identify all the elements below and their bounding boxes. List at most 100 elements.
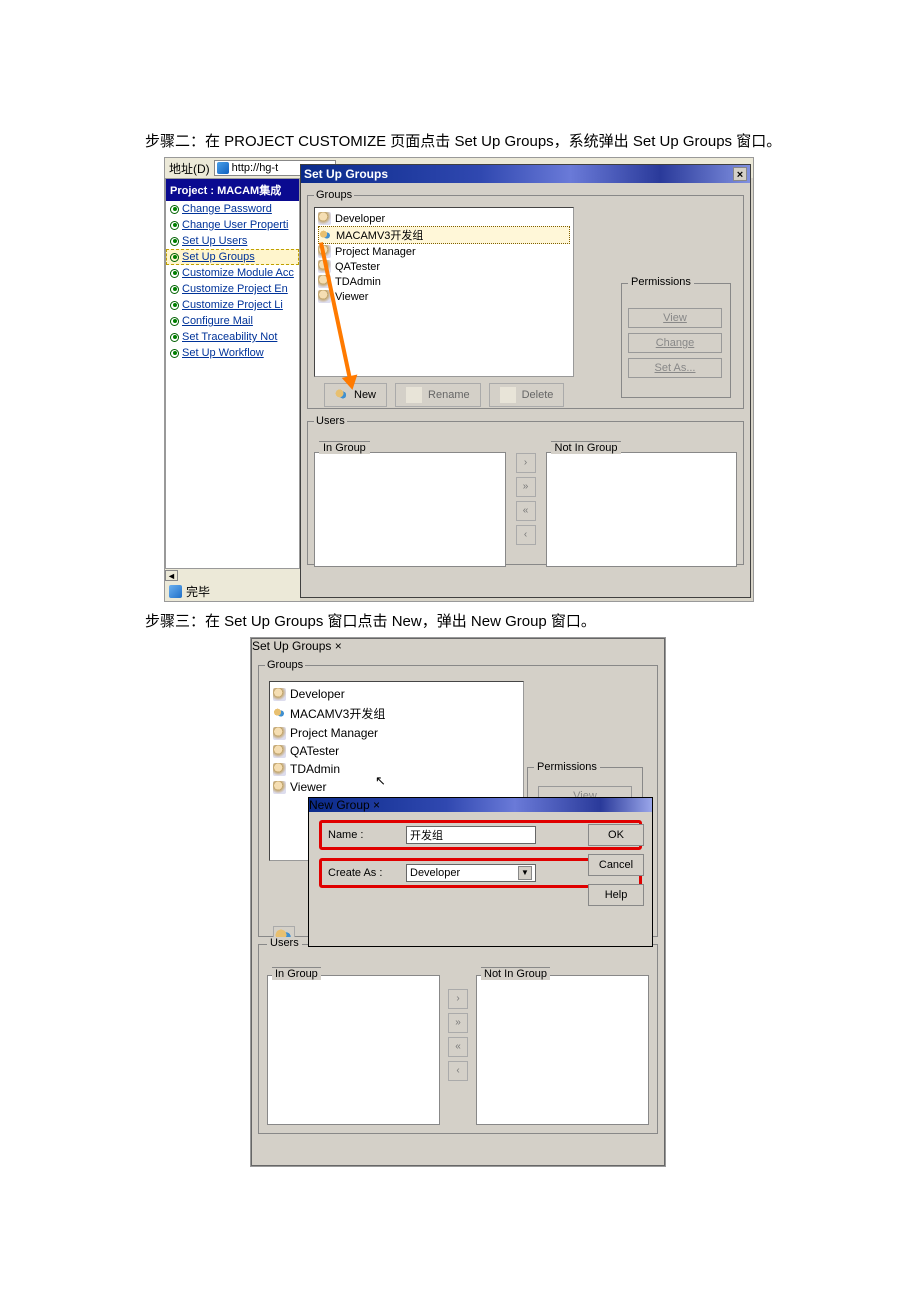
set-as-button[interactable]: Set As... bbox=[628, 358, 722, 378]
new-group-title: New Group bbox=[309, 798, 370, 812]
group-item-qatester[interactable]: QATester bbox=[273, 742, 520, 760]
group-label: Project Manager bbox=[290, 726, 378, 740]
status-bar: 完毕 bbox=[165, 581, 300, 601]
bullet-icon bbox=[170, 237, 179, 246]
groups-listbox[interactable]: Developer MACAMV3开发组 Project Manager QAT… bbox=[314, 207, 574, 377]
view-button[interactable]: View bbox=[628, 308, 722, 328]
group-item-viewer[interactable]: Viewer bbox=[273, 778, 520, 796]
group-label: QATester bbox=[335, 261, 380, 273]
group-item-macamv3[interactable]: MACAMV3开发组 bbox=[273, 703, 520, 724]
help-button[interactable]: Help bbox=[588, 884, 644, 906]
dialog-title: Set Up Groups bbox=[252, 639, 331, 653]
user-icon bbox=[318, 212, 331, 225]
sidebar-item-label: Customize Module Acc bbox=[182, 267, 294, 279]
group-item-macamv3[interactable]: MACAMV3开发组 bbox=[318, 226, 570, 244]
sidebar-item-change-user-properties[interactable]: Change User Properti bbox=[166, 217, 299, 233]
permissions-box: Permissions View Change Set As... bbox=[621, 283, 731, 398]
new-group-titlebar[interactable]: New Group × bbox=[309, 798, 652, 812]
user-icon bbox=[273, 745, 286, 758]
close-icon[interactable]: × bbox=[733, 167, 747, 181]
in-group-box: In Group bbox=[267, 959, 440, 1125]
create-as-value: Developer bbox=[410, 867, 460, 879]
group-label: MACAMV3开发组 bbox=[290, 705, 385, 722]
move-left-icon[interactable]: ‹ bbox=[448, 1061, 468, 1081]
sidebar-item-set-up-users[interactable]: Set Up Users bbox=[166, 233, 299, 249]
dialog-titlebar[interactable]: Set Up Groups × bbox=[252, 639, 664, 653]
change-button[interactable]: Change bbox=[628, 333, 722, 353]
ok-button[interactable]: OK bbox=[588, 824, 644, 846]
not-in-group-box: Not In Group bbox=[476, 959, 649, 1125]
groups-legend: Groups bbox=[314, 189, 354, 201]
bullet-icon bbox=[170, 349, 179, 358]
sidebar-item-configure-mail[interactable]: Configure Mail bbox=[166, 313, 299, 329]
step2-caption: 步骤二：在 PROJECT CUSTOMIZE 页面点击 Set Up Grou… bbox=[145, 130, 920, 151]
name-input[interactable] bbox=[406, 826, 536, 844]
group-item-viewer[interactable]: Viewer bbox=[318, 289, 570, 304]
move-right-icon[interactable]: › bbox=[448, 989, 468, 1009]
screenshot-step2: 地址(D) http://hg-t Project : MACAM集成 Chan… bbox=[164, 157, 754, 602]
bullet-icon bbox=[170, 253, 179, 262]
sidebar-item-change-password[interactable]: Change Password bbox=[166, 201, 299, 217]
group-icon bbox=[273, 707, 286, 720]
sidebar-item-customize-project-entities[interactable]: Customize Project En bbox=[166, 281, 299, 297]
permissions-legend: Permissions bbox=[628, 276, 694, 288]
group-item-tdadmin[interactable]: TDAdmin bbox=[273, 760, 520, 778]
scroll-left-icon[interactable]: ◄ bbox=[165, 570, 178, 581]
sidebar-item-label: Set Up Users bbox=[182, 235, 247, 247]
move-right-icon[interactable]: › bbox=[516, 453, 536, 473]
in-group-list[interactable] bbox=[314, 452, 506, 567]
user-icon bbox=[273, 781, 286, 794]
move-all-left-icon[interactable]: « bbox=[516, 501, 536, 521]
new-group-buttons: OK Cancel Help bbox=[588, 824, 644, 906]
move-all-left-icon[interactable]: « bbox=[448, 1037, 468, 1057]
move-left-icon[interactable]: ‹ bbox=[516, 525, 536, 545]
not-in-group-list[interactable] bbox=[546, 452, 738, 567]
rename-button[interactable]: Rename bbox=[395, 383, 481, 407]
move-all-right-icon[interactable]: » bbox=[448, 1013, 468, 1033]
sidebar-item-set-traceability[interactable]: Set Traceability Not bbox=[166, 329, 299, 345]
ie-page-icon bbox=[217, 162, 229, 174]
delete-button[interactable]: Delete bbox=[489, 383, 565, 407]
dialog-titlebar[interactable]: Set Up Groups × bbox=[301, 165, 750, 183]
bullet-icon bbox=[170, 205, 179, 214]
cancel-button[interactable]: Cancel bbox=[588, 854, 644, 876]
in-group-list[interactable] bbox=[267, 975, 440, 1125]
sidebar-item-set-up-groups[interactable]: Set Up Groups bbox=[166, 249, 299, 265]
rename-icon bbox=[406, 387, 422, 403]
group-label: Viewer bbox=[290, 780, 326, 794]
group-item-project-manager[interactable]: Project Manager bbox=[318, 244, 570, 259]
permissions-legend: Permissions bbox=[534, 761, 600, 773]
group-label: Project Manager bbox=[335, 246, 416, 258]
create-as-select[interactable]: Developer ▼ bbox=[406, 864, 536, 882]
bullet-icon bbox=[170, 333, 179, 342]
groups-legend: Groups bbox=[265, 659, 305, 671]
sidebar-hscroll[interactable]: ◄ bbox=[165, 568, 300, 581]
done-icon bbox=[169, 585, 182, 598]
move-all-right-icon[interactable]: » bbox=[516, 477, 536, 497]
group-item-qatester[interactable]: QATester bbox=[318, 259, 570, 274]
not-in-group-label: Not In Group bbox=[551, 441, 622, 454]
not-in-group-list[interactable] bbox=[476, 975, 649, 1125]
sidebar-item-label: Customize Project Li bbox=[182, 299, 283, 311]
project-header: Project : MACAM集成 bbox=[166, 179, 299, 201]
sidebar-item-customize-module-access[interactable]: Customize Module Acc bbox=[166, 265, 299, 281]
step3-caption: 步骤三：在 Set Up Groups 窗口点击 New，弹出 New Grou… bbox=[145, 610, 920, 631]
group-item-tdadmin[interactable]: TDAdmin bbox=[318, 274, 570, 289]
group-label: Developer bbox=[290, 687, 345, 701]
group-item-project-manager[interactable]: Project Manager bbox=[273, 724, 520, 742]
group-icon bbox=[319, 229, 332, 242]
close-icon[interactable]: × bbox=[373, 798, 380, 812]
in-group-label: In Group bbox=[319, 441, 370, 454]
sidebar-item-customize-project-lists[interactable]: Customize Project Li bbox=[166, 297, 299, 313]
user-icon bbox=[273, 763, 286, 776]
group-item-developer[interactable]: Developer bbox=[273, 685, 520, 703]
bullet-icon bbox=[170, 285, 179, 294]
sidebar-item-set-up-workflow[interactable]: Set Up Workflow bbox=[166, 345, 299, 361]
close-icon[interactable]: × bbox=[335, 639, 342, 653]
address-text: http://hg-t bbox=[232, 162, 278, 174]
groups-fieldset: Groups Developer MACAMV3开发组 Project Mana… bbox=[307, 189, 744, 409]
user-icon bbox=[273, 688, 286, 701]
screenshot-step3: Set Up Groups × Groups Developer MACAMV3… bbox=[250, 637, 666, 1167]
in-group-box: In Group bbox=[314, 433, 506, 567]
group-item-developer[interactable]: Developer bbox=[318, 211, 570, 226]
